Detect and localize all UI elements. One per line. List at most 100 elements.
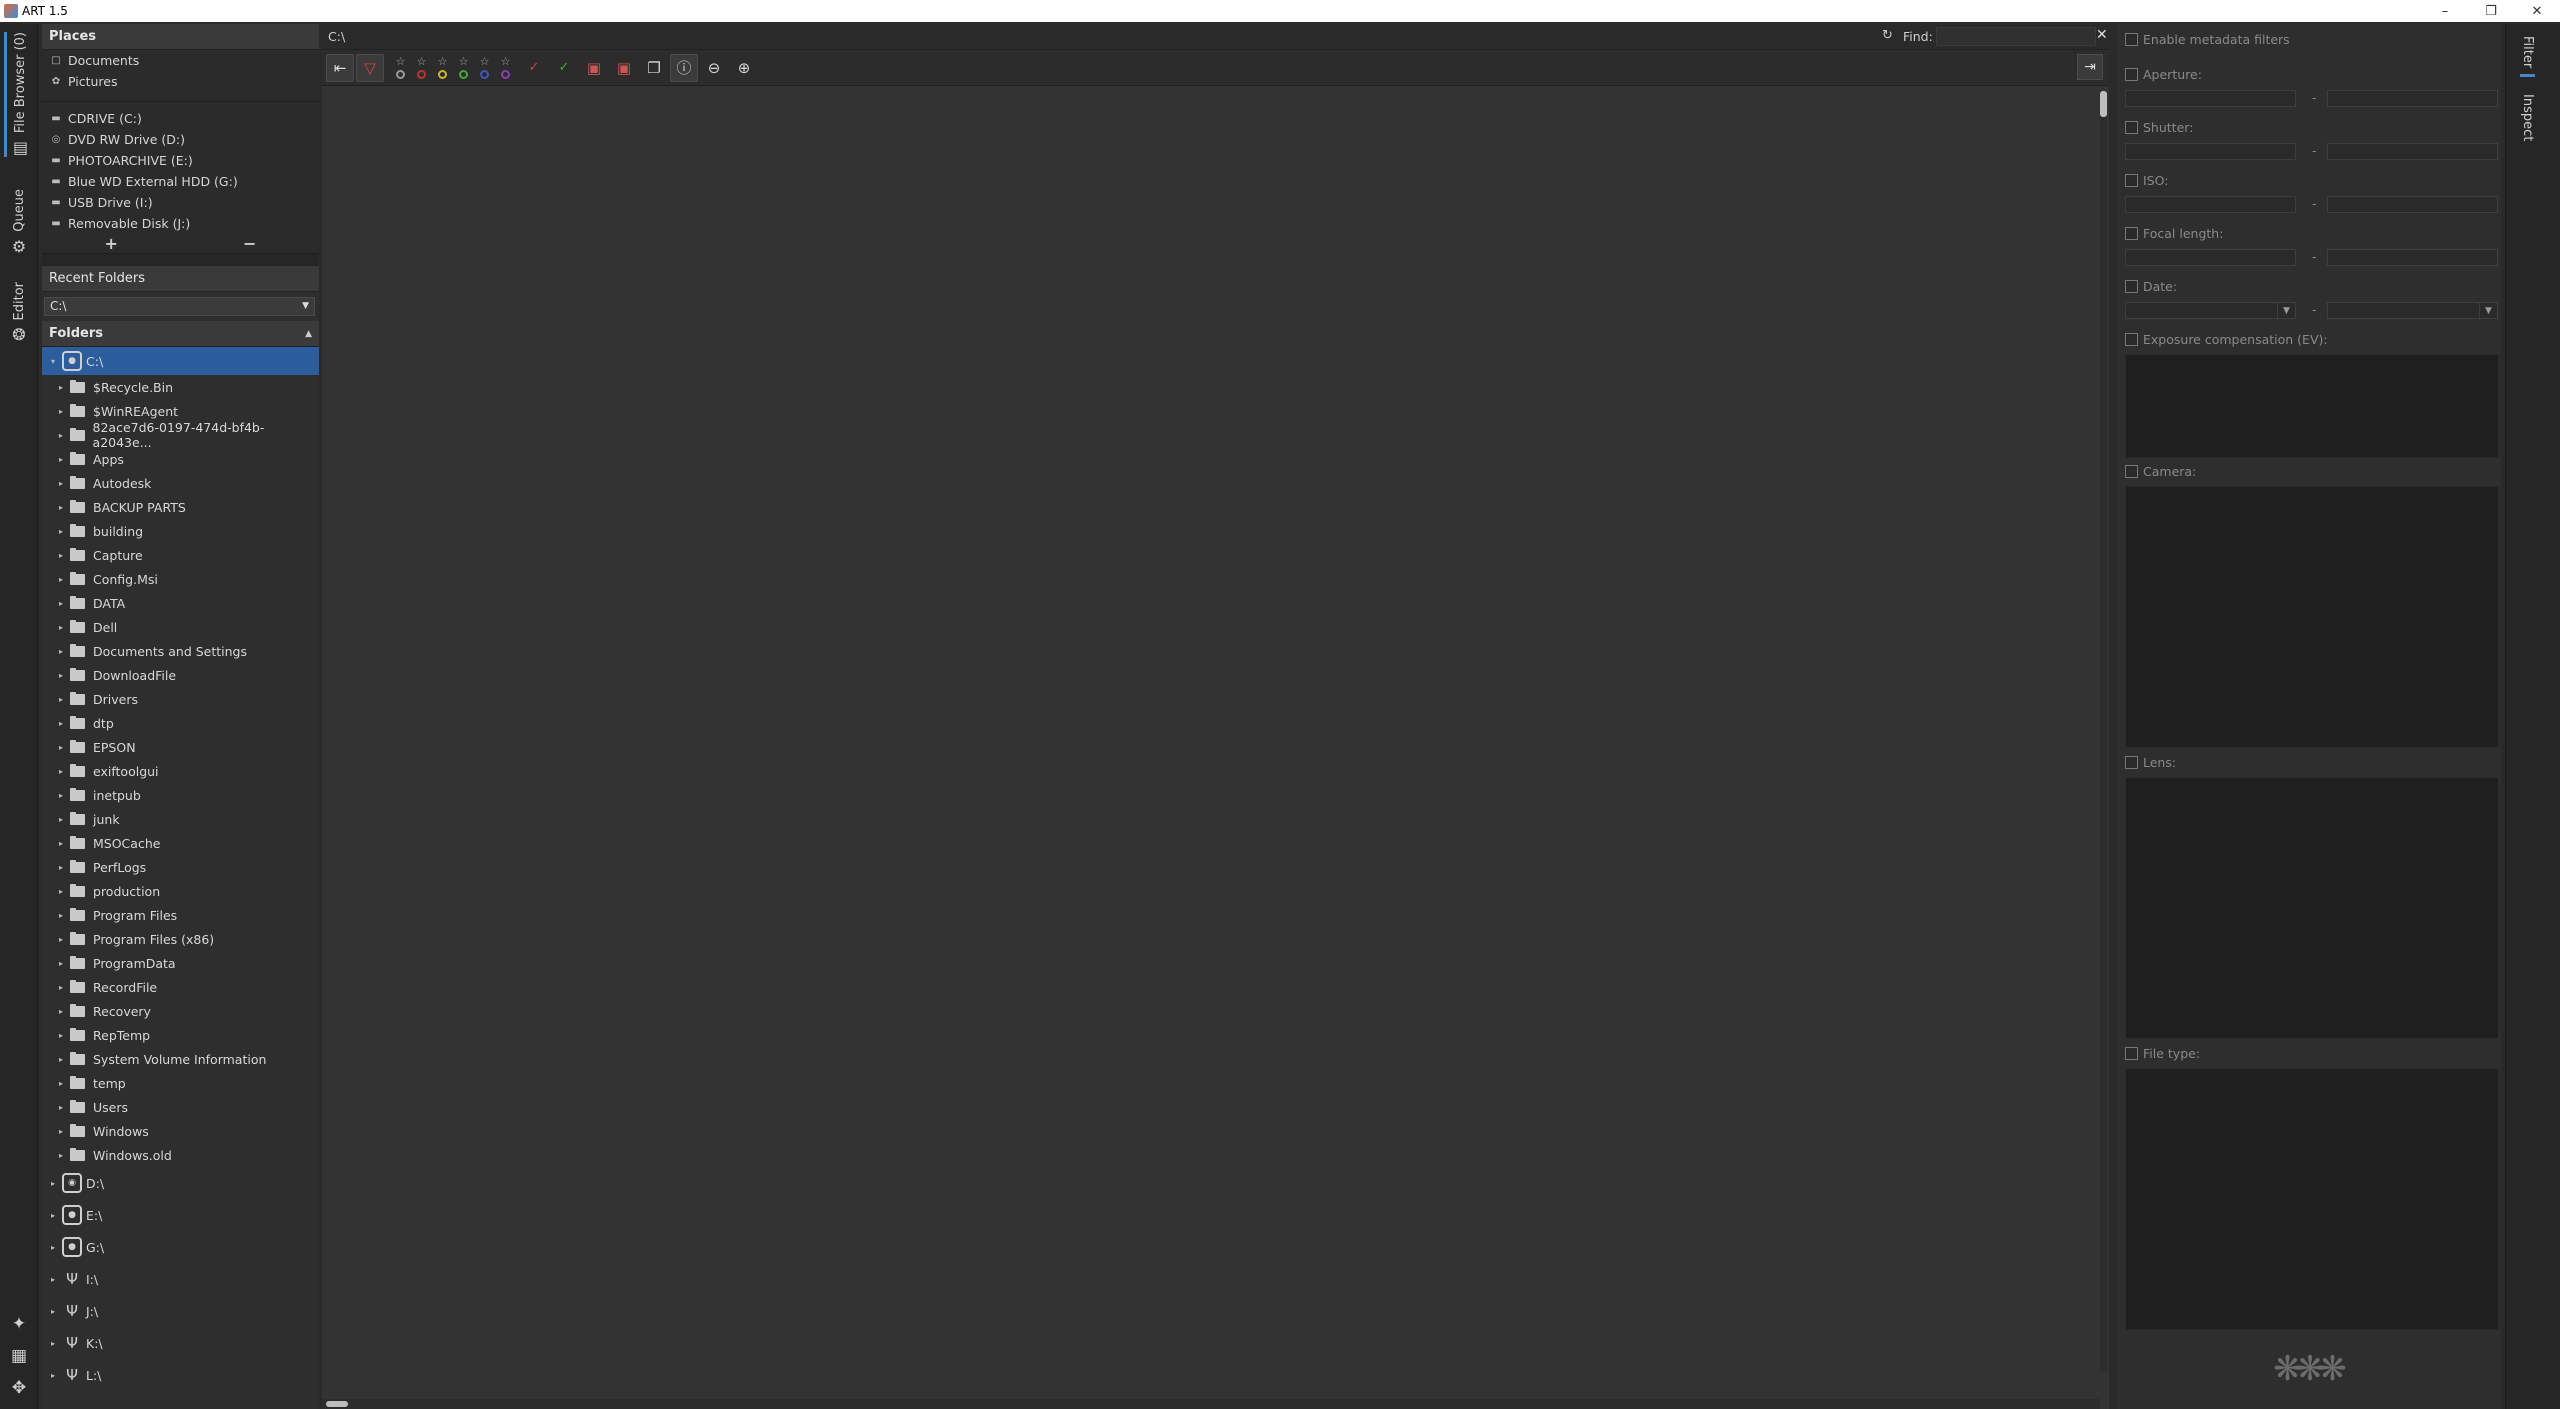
expand-arrow-icon[interactable]: ▸ bbox=[56, 1079, 66, 1088]
magic-wand-icon[interactable]: ✦ bbox=[8, 1313, 30, 1335]
filter-off-icon[interactable]: ▽ bbox=[356, 53, 384, 82]
folder-item[interactable]: ▸ inetpub bbox=[42, 783, 319, 807]
color-label-purple-icon[interactable] bbox=[501, 70, 510, 79]
expand-arrow-icon[interactable]: ▸ bbox=[56, 839, 66, 848]
expand-arrow-icon[interactable]: ▸ bbox=[48, 1275, 58, 1284]
lens-filter[interactable]: Lens: bbox=[2125, 755, 2176, 770]
place-pictures[interactable]: ✿ Pictures bbox=[42, 71, 319, 92]
folder-item[interactable]: ▸ production bbox=[42, 879, 319, 903]
expand-arrow-icon[interactable]: ▸ bbox=[56, 455, 66, 464]
color-label-yellow-icon[interactable] bbox=[438, 70, 447, 79]
tree-drive[interactable]: ▸ Ψ I:\ bbox=[42, 1263, 319, 1295]
current-path[interactable]: C:\ bbox=[322, 29, 345, 44]
tree-drive[interactable]: ▸ ◉ D:\ bbox=[42, 1167, 319, 1199]
folder-item[interactable]: ▸ MSOCache bbox=[42, 831, 319, 855]
tab-inspect[interactable]: Inspect bbox=[2520, 94, 2535, 141]
trash-show-icon[interactable]: ▣ bbox=[610, 54, 638, 82]
tab-file-browser[interactable]: File Browser (0) ▤ bbox=[4, 32, 34, 158]
tree-root-c[interactable]: ▾ ● C:\ bbox=[42, 347, 319, 375]
folder-item[interactable]: ▸ Documents and Settings bbox=[42, 639, 319, 663]
focal-max-input[interactable] bbox=[2327, 249, 2498, 266]
checkbox[interactable] bbox=[2125, 756, 2138, 769]
folder-item[interactable]: ▸ Config.Msi bbox=[42, 567, 319, 591]
expand-arrow-icon[interactable]: ▸ bbox=[56, 551, 66, 560]
add-place-button[interactable]: + bbox=[42, 234, 181, 253]
expand-arrow-icon[interactable]: ▸ bbox=[56, 527, 66, 536]
aperture-max-input[interactable] bbox=[2327, 90, 2498, 107]
tree-drive[interactable]: ▸ Ψ L:\ bbox=[42, 1359, 319, 1391]
folder-item[interactable]: ▸ Dell bbox=[42, 615, 319, 639]
tree-drive[interactable]: ▸ Ψ K:\ bbox=[42, 1327, 319, 1359]
folder-item[interactable]: ▸ DATA bbox=[42, 591, 319, 615]
file-type-list[interactable] bbox=[2125, 1068, 2499, 1330]
info-icon[interactable]: ⓘ bbox=[670, 53, 698, 82]
folder-item[interactable]: ▸ exiftoolgui bbox=[42, 759, 319, 783]
drive-item[interactable]: ▬ PHOTOARCHIVE (E:) bbox=[42, 150, 319, 171]
rank-1[interactable]: ☆ bbox=[411, 56, 432, 79]
folder-item[interactable]: ▸ Users bbox=[42, 1095, 319, 1119]
expand-arrow-icon[interactable]: ▸ bbox=[56, 671, 66, 680]
expand-arrow-icon[interactable]: ▸ bbox=[56, 1055, 66, 1064]
file-type-filter[interactable]: File type: bbox=[2125, 1046, 2200, 1061]
checkbox[interactable] bbox=[2125, 121, 2138, 134]
rank-3[interactable]: ☆ bbox=[453, 56, 474, 79]
iso-filter[interactable]: ISO: bbox=[2125, 173, 2168, 188]
scroll-thumb[interactable] bbox=[2100, 91, 2107, 117]
folder-item[interactable]: ▸ Capture bbox=[42, 543, 319, 567]
expand-arrow-icon[interactable]: ▸ bbox=[56, 719, 66, 728]
restore-button[interactable]: ❐ bbox=[2468, 0, 2514, 22]
drive-item[interactable]: ▬ CDRIVE (C:) bbox=[42, 108, 319, 129]
aperture-filter[interactable]: Aperture: bbox=[2125, 67, 2202, 82]
folder-item[interactable]: ▸ Program Files bbox=[42, 903, 319, 927]
tab-filter[interactable]: Filter bbox=[2520, 36, 2535, 78]
folder-item[interactable]: ▸ Autodesk bbox=[42, 471, 319, 495]
shutter-min-input[interactable] bbox=[2125, 143, 2296, 160]
enable-metadata-filters[interactable]: Enable metadata filters bbox=[2125, 32, 2290, 47]
checkbox[interactable] bbox=[2125, 174, 2138, 187]
close-icon[interactable]: ✕ bbox=[2096, 27, 2108, 43]
shutter-filter[interactable]: Shutter: bbox=[2125, 120, 2193, 135]
checkbox[interactable] bbox=[2125, 465, 2138, 478]
expand-arrow-icon[interactable]: ▸ bbox=[56, 815, 66, 824]
drive-item[interactable]: ▬ Removable Disk (J:) bbox=[42, 213, 319, 234]
place-documents[interactable]: □ Documents bbox=[42, 50, 319, 71]
recent-folders-select[interactable]: C:\ ▼ bbox=[44, 297, 315, 316]
checkbox[interactable] bbox=[2125, 280, 2138, 293]
folder-item[interactable]: ▸ System Volume Information bbox=[42, 1047, 319, 1071]
folder-item[interactable]: ▸ temp bbox=[42, 1071, 319, 1095]
expand-arrow-icon[interactable]: ▸ bbox=[56, 1127, 66, 1136]
expand-arrow-icon[interactable]: ▸ bbox=[56, 959, 66, 968]
rank-5[interactable]: ☆ bbox=[495, 56, 516, 79]
trash-icon[interactable]: ▣ bbox=[580, 54, 608, 82]
drive-item[interactable]: ▬ Blue WD External HDD (G:) bbox=[42, 171, 319, 192]
folder-item[interactable]: ▸ Apps bbox=[42, 447, 319, 471]
hide-right-panel-icon[interactable]: ⇥ bbox=[2077, 54, 2103, 80]
aperture-min-input[interactable] bbox=[2125, 90, 2296, 107]
scroll-thumb[interactable] bbox=[326, 1401, 348, 1407]
edited-filter-icon[interactable]: ✓ bbox=[520, 54, 548, 82]
folder-item[interactable]: ▸ EPSON bbox=[42, 735, 319, 759]
color-label-blue-icon[interactable] bbox=[480, 70, 489, 79]
expand-arrow-icon[interactable]: ▸ bbox=[56, 575, 66, 584]
date-min-input[interactable]: ▼ bbox=[2125, 302, 2296, 320]
minimize-button[interactable]: – bbox=[2422, 0, 2468, 22]
folder-item[interactable]: ▸ junk bbox=[42, 807, 319, 831]
expand-arrow-icon[interactable]: ▸ bbox=[56, 623, 66, 632]
iso-min-input[interactable] bbox=[2125, 196, 2296, 213]
folder-item[interactable]: ▸ Recovery bbox=[42, 999, 319, 1023]
vertical-scrollbar[interactable] bbox=[2100, 91, 2107, 1371]
checkbox[interactable] bbox=[2125, 227, 2138, 240]
tree-drive[interactable]: ▸ ● E:\ bbox=[42, 1199, 319, 1231]
checkbox[interactable] bbox=[2125, 333, 2138, 346]
expand-arrow-icon[interactable]: ▸ bbox=[56, 383, 66, 392]
expand-arrow-icon[interactable]: ▸ bbox=[56, 647, 66, 656]
folder-item[interactable]: ▸ 82ace7d6-0197-474d-bf4b-a2043e... bbox=[42, 420, 319, 450]
find-input[interactable] bbox=[1936, 27, 2096, 46]
color-label-none-icon[interactable] bbox=[396, 70, 405, 79]
zoom-in-icon[interactable]: ⊕ bbox=[730, 54, 758, 82]
tree-drive[interactable]: ▸ Ψ J:\ bbox=[42, 1295, 319, 1327]
expand-arrow-icon[interactable]: ▸ bbox=[56, 791, 66, 800]
expand-arrow-icon[interactable]: ▾ bbox=[48, 357, 58, 366]
remove-place-button[interactable]: − bbox=[181, 234, 320, 253]
exposure-list[interactable] bbox=[2125, 354, 2499, 458]
